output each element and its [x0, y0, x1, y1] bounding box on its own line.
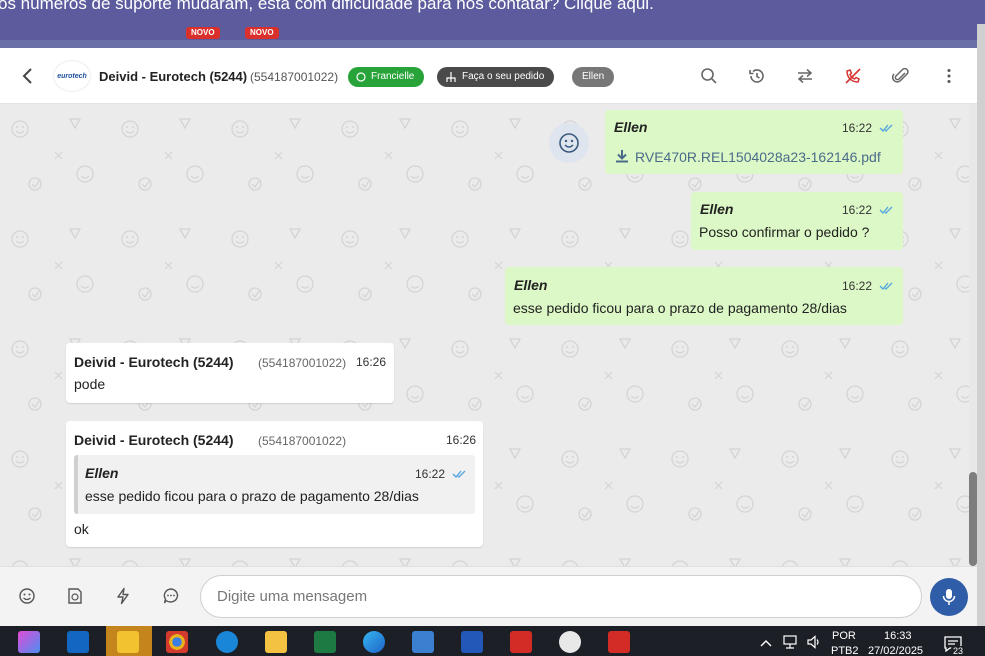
chat-bubble-icon[interactable] — [162, 587, 180, 605]
react-button[interactable] — [549, 123, 589, 163]
microphone-button[interactable] — [930, 578, 968, 616]
microphone-icon — [942, 589, 956, 605]
message-time: 16:26 — [446, 433, 477, 447]
lightning-icon[interactable] — [114, 587, 132, 605]
read-ticks-icon — [879, 124, 893, 132]
history-icon[interactable] — [747, 66, 767, 86]
contact-name: Deivid - Eurotech (5244) — [99, 69, 248, 84]
message-text: Posso confirmar o pedido ? — [699, 224, 870, 240]
new-badge: NOVO — [245, 27, 279, 39]
whatsapp-agent-label: Francielle — [371, 71, 415, 82]
read-ticks-icon — [879, 282, 893, 290]
network-app-icon[interactable] — [559, 631, 581, 653]
emoji-icon[interactable] — [18, 587, 36, 605]
search-icon[interactable] — [699, 66, 719, 86]
end-call-icon[interactable] — [843, 66, 863, 86]
download-icon[interactable] — [614, 148, 630, 164]
quoted-sender: Ellen — [85, 465, 119, 481]
top-nav-strip — [0, 40, 985, 48]
acrobat-icon[interactable] — [510, 631, 532, 653]
message-time: 16:22 — [842, 203, 873, 217]
clock-time[interactable]: 16:33 — [884, 630, 912, 642]
back-arrow-icon[interactable] — [18, 66, 38, 86]
chat-scrollbar-thumb[interactable] — [969, 472, 977, 566]
flow-icon — [446, 72, 456, 82]
sticker-icon[interactable] — [66, 587, 84, 605]
message-text: pode — [74, 376, 106, 392]
message-sender: Deivid - Eurotech (5244) — [74, 354, 234, 370]
order-flow-label: Faça o seu pedido — [462, 71, 545, 82]
message-time: 16:22 — [842, 279, 873, 293]
whatsapp-icon — [356, 72, 366, 82]
message-input[interactable] — [200, 575, 922, 618]
paperclip-icon[interactable] — [891, 66, 911, 86]
acrobat-reader-icon[interactable] — [608, 631, 630, 653]
contact-avatar[interactable]: eurotech — [53, 60, 91, 92]
more-options-icon[interactable] — [939, 66, 959, 86]
file-explorer-icon[interactable] — [265, 631, 287, 653]
sender-phone: (554187001022) — [258, 356, 347, 370]
new-badge: NOVO — [186, 27, 220, 39]
order-flow-tag[interactable]: Faça o seu pedido — [437, 67, 555, 87]
message-composer — [0, 566, 977, 626]
chrome-icon[interactable] — [166, 631, 188, 653]
excel-icon[interactable] — [314, 631, 336, 653]
windows-taskbar: POR PTB2 16:33 27/02/2025 23 — [0, 626, 985, 656]
incoming-message-reply[interactable]: Deivid - Eurotech (5244) (554187001022) … — [66, 421, 483, 547]
skype-icon[interactable] — [216, 631, 238, 653]
copilot-icon[interactable] — [18, 631, 40, 653]
control-panel-icon[interactable] — [412, 631, 434, 653]
banner-text[interactable]: os números de suporte mudaram, está com … — [0, 0, 654, 14]
message-text: esse pedido ficou para o prazo de pagame… — [513, 300, 847, 316]
whatsapp-agent-tag[interactable]: Francielle — [348, 67, 425, 87]
chat-header: eurotech Deivid - Eurotech (5244) (55418… — [0, 48, 977, 104]
quoted-text: esse pedido ficou para o prazo de pagame… — [85, 488, 419, 504]
tray-chevron-up-icon[interactable] — [760, 639, 772, 647]
message-time: 16:22 — [842, 121, 873, 135]
outgoing-message[interactable]: Ellen 16:22 esse pedido ficou para o pra… — [505, 267, 903, 325]
sticky-notes-icon[interactable] — [117, 631, 139, 653]
outgoing-message-file[interactable]: Ellen 16:22 RVE470R.REL1504028a23-162146… — [605, 110, 903, 174]
message-text: ok — [74, 521, 89, 537]
smiley-icon — [559, 133, 579, 153]
quoted-message[interactable]: Ellen 16:22 esse pedido ficou para o pra… — [74, 455, 475, 514]
keyboard-layout[interactable]: PTB2 — [831, 645, 859, 656]
outlook-icon[interactable] — [67, 631, 89, 653]
volume-icon[interactable] — [806, 635, 822, 649]
input-language[interactable]: POR — [832, 630, 856, 642]
message-time: 16:26 — [356, 355, 387, 369]
outgoing-message[interactable]: Ellen 16:22 Posso confirmar o pedido ? — [691, 192, 903, 250]
notification-count: 23 — [951, 646, 966, 656]
contact-phone: (554187001022) — [250, 70, 339, 84]
message-sender: Ellen — [614, 119, 648, 135]
edge-icon[interactable] — [363, 631, 385, 653]
logo-text: eurotech — [57, 72, 87, 80]
window-scrollbar[interactable] — [977, 24, 985, 626]
message-sender: Ellen — [700, 201, 734, 217]
message-sender: Deivid - Eurotech (5244) — [74, 432, 234, 448]
support-banner[interactable]: os números de suporte mudaram, está com … — [0, 0, 985, 48]
clock-date[interactable]: 27/02/2025 — [868, 645, 923, 656]
message-sender: Ellen — [514, 277, 548, 293]
word-icon[interactable] — [461, 631, 483, 653]
network-icon[interactable] — [782, 635, 798, 649]
sender-phone: (554187001022) — [258, 434, 347, 448]
assigned-user-tag[interactable]: Ellen — [572, 67, 615, 87]
read-ticks-icon — [879, 206, 893, 214]
read-ticks-icon — [452, 470, 466, 478]
chat-area[interactable]: Ellen 16:22 RVE470R.REL1504028a23-162146… — [0, 104, 969, 566]
incoming-message[interactable]: Deivid - Eurotech (5244) (554187001022) … — [66, 343, 394, 403]
file-link[interactable]: RVE470R.REL1504028a23-162146.pdf — [635, 149, 881, 165]
transfer-icon[interactable] — [795, 66, 815, 86]
quoted-time: 16:22 — [415, 467, 446, 481]
